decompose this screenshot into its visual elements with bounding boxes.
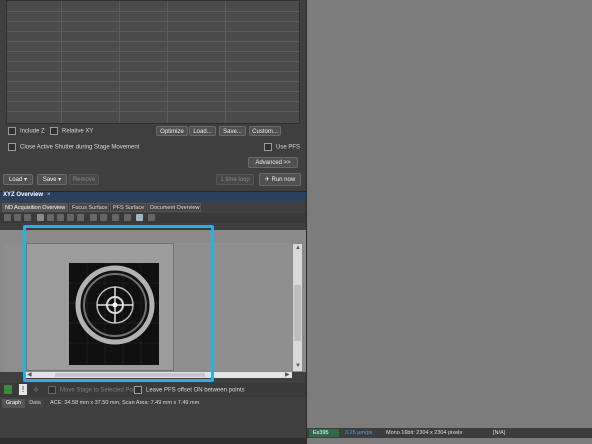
fit-icon[interactable]: [136, 214, 143, 221]
palette-icon[interactable]: [100, 214, 107, 221]
move-stage-checkbox[interactable]: [48, 386, 56, 394]
relative-xy-checkbox[interactable]: [50, 127, 58, 135]
tab-nd-acquisition-overview[interactable]: ND Acquisition Overview: [2, 203, 68, 212]
tab-graph[interactable]: Graph: [2, 399, 25, 408]
layers-icon[interactable]: [4, 385, 12, 394]
vertical-scroll-thumb[interactable]: [294, 285, 301, 341]
save-dropdown-button[interactable]: Save ▾: [37, 174, 67, 185]
relative-xy-label: Relative XY: [62, 128, 94, 135]
chevron-down-icon: ▾: [58, 177, 62, 183]
points-table[interactable]: [6, 0, 300, 124]
camera-icon[interactable]: [148, 214, 155, 221]
pan-icon[interactable]: [14, 214, 21, 221]
optimize-button[interactable]: Optimize: [156, 126, 188, 136]
tab-data[interactable]: Data: [27, 399, 43, 408]
refresh-icon[interactable]: [77, 214, 84, 221]
image-info-label: Mono 16bit: 2304 x 2304 pixels: [386, 430, 463, 436]
include-z-checkbox[interactable]: [8, 127, 16, 135]
xyz-overview-header: [0, 191, 306, 201]
run-now-button[interactable]: ✈ Run now: [259, 173, 301, 186]
move-stage-option[interactable]: Move Stage to Selected Point: [48, 386, 139, 394]
pointer-icon[interactable]: [4, 214, 11, 221]
settings-icon[interactable]: [67, 214, 74, 221]
move-stage-label: Move Stage to Selected Point: [60, 387, 140, 394]
close-shutter-label: Close Active Shutter during Stage Moveme…: [20, 144, 140, 151]
load-dropdown-button[interactable]: Load ▾: [3, 174, 33, 185]
relative-xy-option[interactable]: Relative XY: [50, 127, 93, 135]
chevron-down-icon: ▾: [24, 177, 28, 183]
leave-pfs-option[interactable]: Leave PFS offset ON between points: [134, 386, 245, 394]
area-info: ACE: 34.58 mm x 37.50 mm, Scan Area: 7.4…: [50, 400, 200, 406]
use-pfs-option[interactable]: Use PFS: [264, 143, 300, 151]
channel-label: Ex395: [313, 430, 329, 436]
custom-button[interactable]: Custom...: [249, 126, 281, 136]
footer-strip: [0, 438, 306, 444]
leave-pfs-label: Leave PFS offset ON between points: [146, 387, 245, 394]
scroll-down-icon[interactable]: ▼: [295, 363, 301, 369]
scroll-up-icon[interactable]: ▲: [295, 245, 301, 251]
scale-label: 3.25 µm/px: [345, 430, 373, 436]
tab-focus-surface[interactable]: Focus Surface: [69, 203, 109, 212]
advanced-button[interactable]: Advanced >>: [248, 157, 298, 168]
na-label: [N/A]: [493, 430, 506, 436]
close-shutter-option[interactable]: Close Active Shutter during Stage Moveme…: [8, 143, 139, 151]
save-points-button[interactable]: Save...: [219, 126, 246, 136]
use-pfs-label: Use PFS: [276, 144, 301, 151]
info-icon[interactable]: !: [19, 384, 27, 395]
include-z-label: Include Z: [20, 128, 45, 135]
run-now-label: Run now: [271, 177, 296, 183]
overlay-icon[interactable]: [124, 214, 131, 221]
remove-button[interactable]: Remove: [69, 174, 99, 185]
zoom-icon[interactable]: [24, 214, 31, 221]
viewer-margin: [4, 244, 24, 372]
close-shutter-checkbox[interactable]: [8, 143, 16, 151]
grid-icon[interactable]: [57, 214, 64, 221]
use-pfs-checkbox[interactable]: [264, 143, 272, 151]
tab-document-overview[interactable]: Document Overview: [147, 203, 201, 212]
delete-icon[interactable]: [37, 214, 44, 221]
load-points-button[interactable]: Load...: [189, 126, 216, 136]
tab-pfs-surface[interactable]: PFS Surface: [110, 203, 146, 212]
scan-icon[interactable]: [112, 214, 119, 221]
leave-pfs-checkbox[interactable]: [134, 386, 142, 394]
panel-title: XYZ Overview: [3, 192, 44, 198]
one-time-loop-button[interactable]: 1 time loop: [216, 174, 254, 185]
move-icon: ✥: [33, 387, 39, 394]
highlight-box: [23, 225, 214, 382]
include-z-option[interactable]: Include Z: [8, 127, 45, 135]
add-point-icon[interactable]: [47, 214, 54, 221]
load-label: Load: [8, 177, 23, 183]
run-icon: ✈: [264, 177, 270, 183]
close-icon[interactable]: ×: [47, 192, 51, 198]
scroll-right-icon[interactable]: ▶: [285, 371, 290, 378]
save-label: Save: [42, 177, 57, 183]
layers-icon[interactable]: [90, 214, 97, 221]
